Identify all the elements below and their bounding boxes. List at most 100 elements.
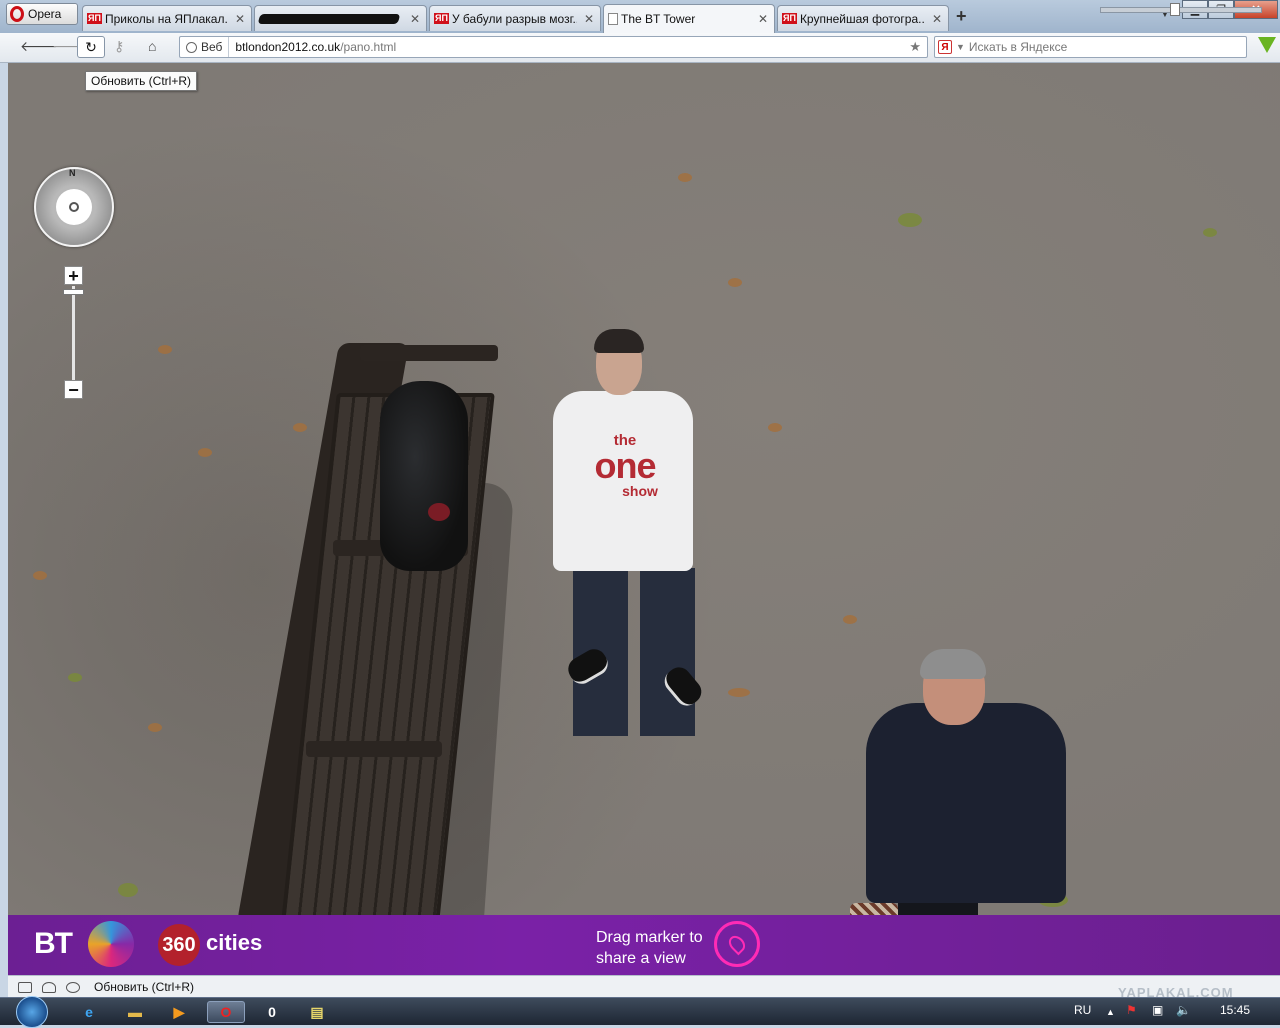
compass-north-label: N	[69, 168, 76, 178]
cities-label[interactable]: cities	[206, 930, 262, 956]
opera-taskbar-icon[interactable]: O	[207, 1001, 245, 1023]
leaf	[843, 615, 857, 624]
zoom-in-button[interactable]: +	[64, 266, 83, 285]
speed-dial-icon[interactable]	[66, 981, 80, 993]
opera-menu-button[interactable]: Opera	[6, 3, 78, 25]
share-marker-button[interactable]	[714, 921, 760, 967]
yaplakal-favicon-icon: ЯП	[434, 13, 449, 24]
person-hair	[920, 649, 986, 679]
folder-icon[interactable]: ▬	[116, 1001, 154, 1023]
windows-taskbar: e ▬ ▶ O 0 ▤ RU ▲ ⚑ ▣ 🔈 15:45	[0, 996, 1280, 1028]
language-indicator[interactable]: RU	[1074, 1003, 1091, 1017]
leaf	[68, 673, 82, 682]
title-bar: Opera ЯП Приколы на ЯПлакал... ✕ ✕ ЯП У …	[0, 0, 1280, 33]
leaf	[158, 345, 172, 354]
reload-icon: ↻	[85, 38, 97, 55]
yaplakal-favicon-icon: ЯП	[87, 13, 102, 24]
person-hair	[594, 329, 644, 353]
page-favicon-icon	[608, 13, 618, 25]
zoom-slider-track[interactable]	[72, 286, 75, 380]
leaf	[898, 213, 922, 227]
close-tab-icon[interactable]: ✕	[758, 12, 768, 26]
opera-logo-icon	[10, 6, 24, 22]
close-tab-icon[interactable]: ✕	[235, 12, 245, 26]
media-player-icon[interactable]: ▶	[160, 1001, 198, 1023]
tab-3[interactable]: ЯП У бабули разрыв мозг... ✕	[429, 5, 601, 31]
status-bar: Обновить (Ctrl+R)	[8, 975, 1280, 998]
tab-title: Крупнейшая фотогра...	[799, 11, 925, 26]
shirt-logo-line3: show	[622, 483, 658, 499]
tab-title: Приколы на ЯПлакал...	[104, 11, 228, 26]
bt-globe-logo-icon	[88, 921, 134, 967]
security-label: Веб	[201, 40, 223, 54]
leaf	[33, 571, 47, 580]
watermark: YAPLAKAL.COM	[1118, 985, 1234, 1000]
yandex-icon[interactable]: Я	[938, 40, 952, 54]
leaf	[293, 423, 307, 432]
tab-bt-tower[interactable]: The BT Tower ✕	[603, 4, 775, 33]
zoom-out-button[interactable]: −	[64, 380, 83, 399]
close-tab-icon[interactable]: ✕	[410, 12, 420, 26]
panel-toggle-icon[interactable]	[18, 981, 32, 993]
home-icon[interactable]: ⌂	[148, 38, 156, 54]
navigation-bar: 🡐 🡒 ↻ ⚷ ⌂ Веб btlondon2012.co.uk/pano.ht…	[0, 33, 1280, 63]
tab-title: У бабули разрыв мозг...	[451, 11, 577, 26]
leaf	[678, 173, 692, 182]
panorama-viewer[interactable]: the one show	[8, 63, 1280, 915]
map-pin-icon	[725, 932, 749, 956]
bookmark-star-icon[interactable]: ★	[909, 39, 921, 55]
leaf	[118, 883, 138, 897]
leaf	[148, 723, 162, 732]
security-badge[interactable]: Веб	[180, 37, 230, 57]
leaf	[728, 278, 742, 287]
search-field[interactable]: Я ▼ Искать в Яндексе	[934, 36, 1247, 58]
close-tab-icon[interactable]: ✕	[584, 12, 594, 26]
internet-explorer-icon[interactable]: e	[70, 1001, 108, 1023]
compass-control[interactable]: N	[34, 167, 114, 247]
360-badge[interactable]: 360	[158, 924, 200, 966]
search-placeholder: Искать в Яндексе	[968, 40, 1068, 54]
shirt-logo-line2: one	[594, 445, 656, 486]
leaf	[768, 423, 782, 432]
shirt-logo: the one show	[580, 433, 670, 498]
cloud-icon[interactable]	[42, 981, 56, 993]
backpack-detail	[428, 503, 450, 521]
shopping-bag	[850, 903, 898, 915]
notes-icon[interactable]: ▤	[298, 1001, 336, 1023]
opera-alt-taskbar-icon[interactable]: 0	[253, 1001, 291, 1023]
start-button[interactable]	[16, 996, 48, 1028]
tray-expand-icon[interactable]: ▲	[1106, 1007, 1115, 1017]
close-tab-icon[interactable]: ✕	[932, 12, 942, 26]
drag-marker-line2: share a view	[596, 950, 686, 967]
page-zoom-knob[interactable]	[1170, 3, 1180, 16]
tab-title: The BT Tower	[621, 12, 696, 26]
backpack	[380, 381, 468, 571]
address-bar[interactable]: Веб btlondon2012.co.uk/pano.html ★	[179, 36, 928, 58]
action-center-icon[interactable]: ⚑	[1126, 1003, 1137, 1017]
clock[interactable]: 15:45	[1220, 1003, 1250, 1017]
opera-menu-label: Opera	[28, 7, 62, 21]
pan-control[interactable]	[56, 189, 92, 225]
tab-1[interactable]: ЯП Приколы на ЯПлакал... ✕	[82, 5, 252, 31]
leaf	[198, 448, 212, 457]
bench-armrest	[306, 741, 442, 757]
web-globe-icon	[186, 41, 197, 53]
status-text: Обновить (Ctrl+R)	[94, 980, 194, 994]
network-icon[interactable]: ▣	[1152, 1003, 1163, 1017]
new-tab-button[interactable]: +	[956, 6, 967, 27]
volume-icon[interactable]: 🔈	[1176, 1003, 1191, 1017]
tab-5[interactable]: ЯП Крупнейшая фотогра... ✕	[777, 5, 949, 31]
page-zoom-slider[interactable]	[1100, 7, 1262, 13]
drag-marker-line1: Drag marker to	[596, 929, 703, 946]
bt-banner: BT 360 cities Drag marker to share a vie…	[8, 915, 1280, 975]
search-engine-chevron-icon[interactable]: ▼	[956, 42, 965, 52]
url-path: /pano.html	[340, 40, 397, 54]
redacted-title	[257, 13, 401, 24]
tab-2[interactable]: ✕	[254, 5, 427, 31]
url-host: btlondon2012.co.uk	[235, 40, 341, 54]
zoom-slider-handle[interactable]	[63, 289, 84, 295]
key-icon[interactable]: ⚷	[114, 38, 124, 55]
download-arrow-icon[interactable]	[1258, 37, 1276, 53]
reload-button[interactable]: ↻	[77, 36, 105, 58]
leaf	[1203, 228, 1217, 237]
